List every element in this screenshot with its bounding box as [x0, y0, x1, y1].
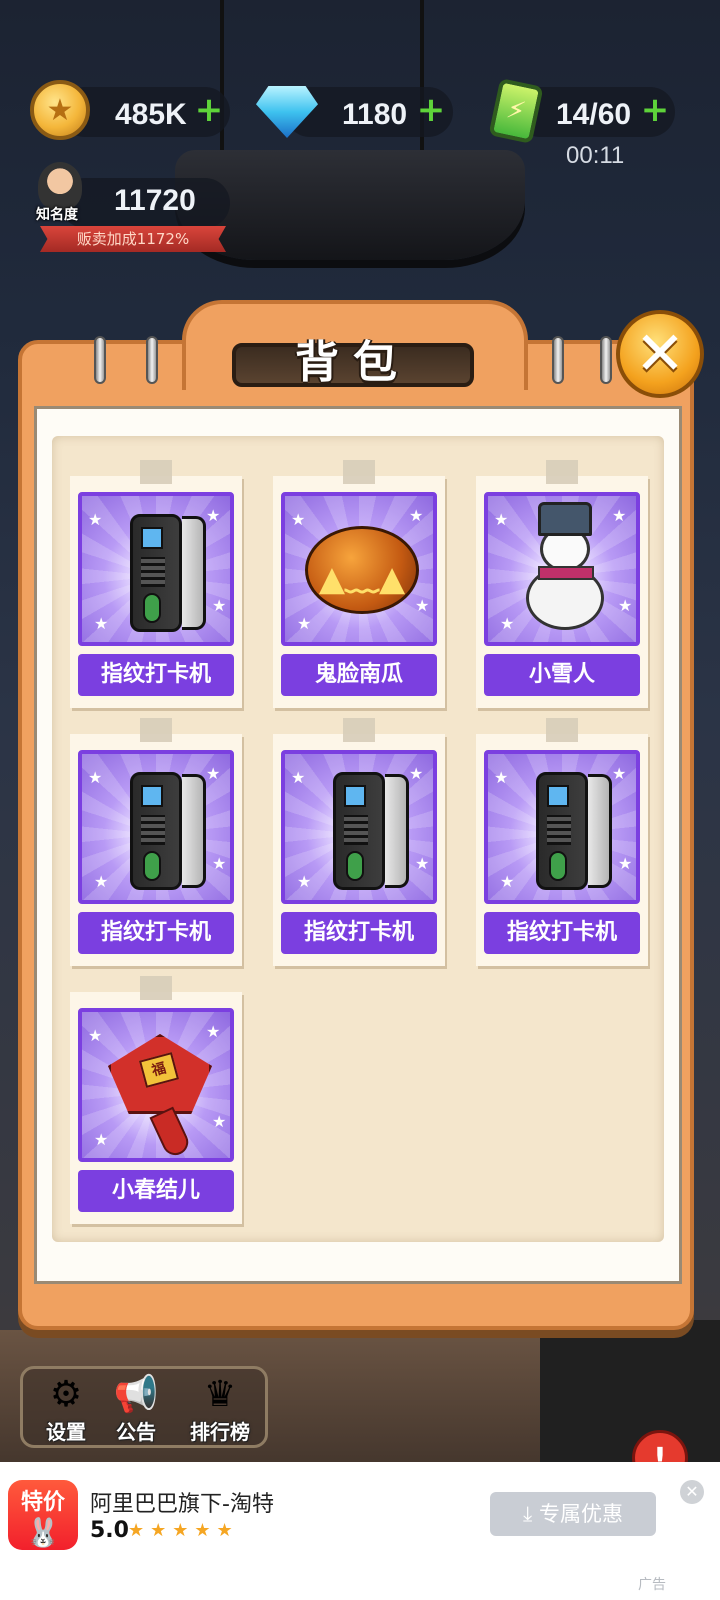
energy-value: 14/60 [556, 98, 632, 131]
fame-value: 11720 [114, 184, 196, 217]
tape [546, 460, 578, 484]
item-label: 指纹打卡机 [78, 654, 234, 696]
ranking-button[interactable]: ♛ 排行榜 [180, 1374, 260, 1444]
sell-bonus-ribbon: 贩卖加成1172% [40, 226, 226, 252]
item-label: 指纹打卡机 [78, 912, 234, 954]
item-art: ★ ★ ★ ★ 福 [78, 1008, 234, 1162]
energy-timer: 00:11 [566, 142, 625, 169]
item-card[interactable]: ★ ★ ★ ★ 指纹打卡机 [70, 718, 242, 966]
item-label: 小春结儿 [78, 1170, 234, 1212]
item-art: ★ ★ ★ ★ [78, 750, 234, 904]
item-art: ★ ★ ★ ★ [484, 750, 640, 904]
settings-label: 设置 [46, 1420, 86, 1444]
tape [140, 460, 172, 484]
item-art: ★ ★ ★ ★ ▲﹏▲ [281, 492, 437, 646]
ad-close-icon[interactable]: ✕ [680, 1480, 704, 1504]
coin-value: 485K [115, 98, 187, 131]
crown-icon: ♛ [203, 1374, 237, 1415]
megaphone-icon: 📢 [113, 1374, 159, 1415]
pumpkin-icon: ▲﹏▲ [305, 526, 419, 614]
fame-label: 知名度 [36, 207, 78, 223]
binder-ring [552, 336, 564, 384]
item-card[interactable]: ★ ★ ★ ★ 指纹打卡机 [273, 718, 445, 966]
background-monitor [540, 1320, 720, 1470]
binder-ring [94, 336, 106, 384]
settings-button[interactable]: ⚙ 设置 [34, 1374, 98, 1444]
add-gems-button[interactable]: + [416, 93, 446, 127]
panel-title: 背包 [295, 337, 411, 388]
ad-logo-text: 特价 [20, 1490, 65, 1515]
ad-title: 阿里巴巴旗下-淘特 [90, 1492, 274, 1517]
close-button[interactable]: ✕ [616, 310, 704, 398]
item-art: ★ ★ ★ ★ [281, 750, 437, 904]
ranking-label: 排行榜 [190, 1420, 250, 1444]
item-art: ★ ★ ★ ★ [78, 492, 234, 646]
item-card[interactable]: ★ ★ ★ ★ 指纹打卡机 [476, 718, 648, 966]
add-coins-button[interactable]: + [194, 93, 224, 127]
item-label: 小雪人 [484, 654, 640, 696]
ad-tag: 广告 [638, 1577, 666, 1593]
tape [343, 460, 375, 484]
binder-ring [600, 336, 612, 384]
gear-icon: ⚙ [49, 1374, 83, 1415]
coin-icon: ★ [30, 80, 90, 140]
avatar [38, 162, 82, 210]
add-energy-button[interactable]: + [640, 93, 670, 127]
item-label: 指纹打卡机 [484, 912, 640, 954]
item-art: ★ ★ ★ ★ [484, 492, 640, 646]
tape [546, 718, 578, 742]
binder-ring [146, 336, 158, 384]
notice-button[interactable]: 📢 公告 [104, 1374, 168, 1444]
rating-stars-icon: ★★★★★ [128, 1520, 239, 1541]
tape [343, 718, 375, 742]
download-icon: ⤓ [523, 1502, 539, 1526]
lamp-rope-left [220, 0, 224, 160]
ad-app-logo: 特价 🐰 [8, 1480, 78, 1550]
bunny-icon: 🐰 [25, 1516, 61, 1549]
tape [140, 976, 172, 1000]
ad-cta-button[interactable]: ⤓ 专属优惠 [490, 1492, 656, 1536]
ad-cta-label: 专属优惠 [538, 1502, 623, 1526]
ad-rating: 5.0 [90, 1518, 129, 1543]
item-card[interactable]: ★ ★ ★ ★ 福 小春结儿 [70, 976, 242, 1224]
item-label: 鬼脸南瓜 [281, 654, 437, 696]
item-card[interactable]: ★ ★ ★ ★ 指纹打卡机 [70, 460, 242, 708]
notice-label: 公告 [116, 1420, 156, 1444]
item-label: 指纹打卡机 [281, 912, 437, 954]
gem-value: 1180 [342, 98, 408, 131]
item-card[interactable]: ★ ★ ★ ★ ▲﹏▲ 鬼脸南瓜 [273, 460, 445, 708]
tape [140, 718, 172, 742]
item-card[interactable]: ★ ★ ★ ★ 小雪人 [476, 460, 648, 708]
item-grid: ★ ★ ★ ★ 指纹打卡机 ★ ★ ★ ★ ▲﹏▲ 鬼脸南瓜 ★ ★ ★ ★ 小雪人 [52, 436, 664, 1242]
ad-banner[interactable]: 特价 🐰 阿里巴巴旗下-淘特 5.0 ★★★★★ ⤓ 专属优惠 ✕ 广告 [0, 1462, 720, 1600]
